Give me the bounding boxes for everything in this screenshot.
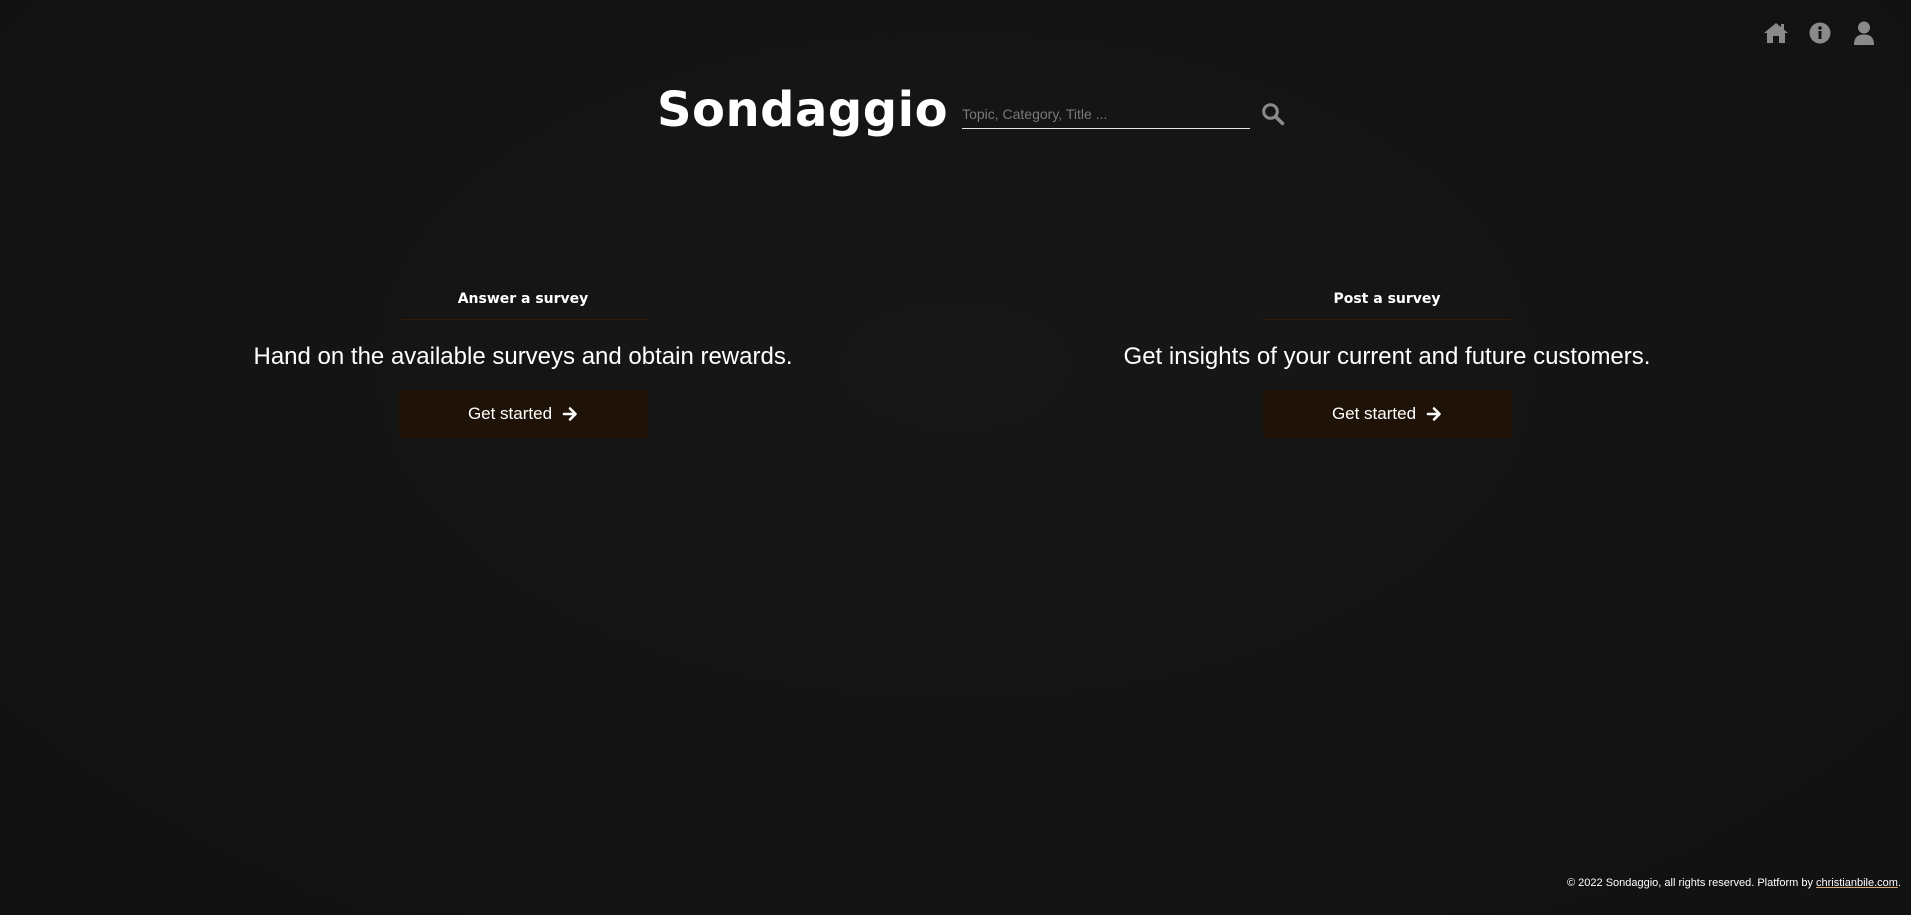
copyright-text: © 2022 Sondaggio, all rights reserved. P… bbox=[1567, 877, 1817, 889]
section-title: Post a survey bbox=[1333, 291, 1441, 307]
post-get-started-button[interactable]: Get started bbox=[1262, 390, 1512, 438]
answer-get-started-button[interactable]: Get started bbox=[398, 390, 648, 438]
divider bbox=[398, 319, 648, 320]
button-label: Get started bbox=[1331, 404, 1417, 423]
search-input[interactable] bbox=[962, 99, 1251, 129]
top-nav bbox=[1763, 20, 1877, 46]
footer-suffix: . bbox=[1897, 877, 1901, 889]
arrow-right-icon bbox=[562, 407, 577, 421]
button-label: Get started bbox=[467, 404, 553, 423]
footer: © 2022 Sondaggio, all rights reserved. P… bbox=[1567, 877, 1901, 889]
answer-survey-section: Answer a survey Hand on the available su… bbox=[173, 288, 873, 438]
post-survey-section: Post a survey Get insights of your curre… bbox=[1037, 288, 1737, 438]
header: Sondaggio bbox=[0, 82, 1911, 138]
search-icon bbox=[1262, 103, 1285, 126]
search-button[interactable] bbox=[1260, 101, 1286, 127]
divider bbox=[1262, 319, 1512, 320]
user-icon[interactable] bbox=[1851, 20, 1877, 46]
arrow-right-icon bbox=[1426, 407, 1441, 421]
section-title: Answer a survey bbox=[457, 291, 589, 307]
home-icon[interactable] bbox=[1763, 20, 1789, 46]
info-icon[interactable] bbox=[1807, 20, 1833, 46]
section-description: Get insights of your current and future … bbox=[1123, 343, 1651, 370]
footer-link[interactable]: christianbile.com bbox=[1816, 877, 1898, 889]
page: Sondaggio Answer a survey Hand on the av… bbox=[0, 0, 1911, 915]
section-description: Hand on the available surveys and obtain… bbox=[253, 343, 793, 370]
search-bar bbox=[962, 99, 1286, 129]
site-logo[interactable]: Sondaggio bbox=[657, 82, 948, 138]
